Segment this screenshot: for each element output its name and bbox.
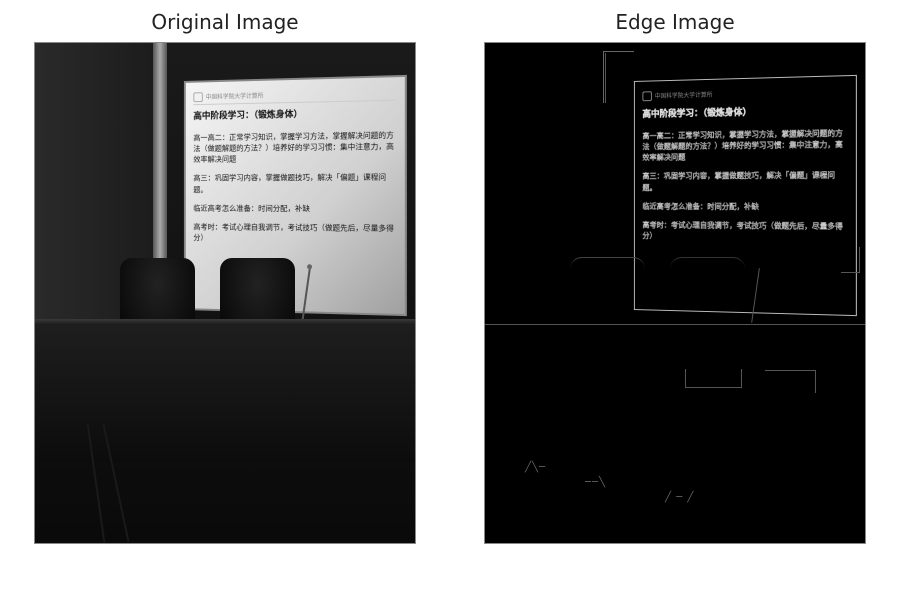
edge-noise-2: ──╲ xyxy=(585,477,606,488)
slide-logo: 中国科学院大学计算所 xyxy=(193,87,396,105)
edge-detail-right xyxy=(841,247,860,273)
slide-p2: 高三：巩固学习内容，掌握做题技巧，解决「偏题」课程问题。 xyxy=(193,172,396,195)
figure-container: Original Image 中国科学院大学计算所 高中阶段学习：（锻炼身体） … xyxy=(0,0,900,590)
original-image: 中国科学院大学计算所 高中阶段学习：（锻炼身体） 高一高二：正常学习知识，掌握学… xyxy=(34,42,416,544)
slide-heading: 高中阶段学习：（锻炼身体） xyxy=(193,107,396,124)
edge-noise-3: ╱ ─ ╱ xyxy=(665,492,694,503)
edge-panel: Edge Image 中国科学院大学计算所 高中阶段学习：（锻炼身体） 高一高二… xyxy=(475,10,875,544)
edge-slide-heading: 高中阶段学习：（锻炼身体） xyxy=(642,105,847,122)
edge-noise-1: ╱╲─ xyxy=(525,462,546,473)
slide-p4: 高考时：考试心理自我调节，考试技巧（做题先后，尽量多得分） xyxy=(193,221,396,245)
edge-slide-p1: 高一高二：正常学习知识，掌握学习方法，掌握解决问题的方法（做题解题的方法？）培养… xyxy=(642,127,847,163)
edge-chair-left xyxy=(570,257,645,343)
edge-slide-p3: 临近高考怎么准备：时间分配，补缺 xyxy=(642,201,847,213)
edge-title: Edge Image xyxy=(615,10,734,34)
desk xyxy=(35,323,415,463)
projection-screen: 中国科学院大学计算所 高中阶段学习：（锻炼身体） 高一高二：正常学习知识，掌握学… xyxy=(184,75,407,316)
original-panel: Original Image 中国科学院大学计算所 高中阶段学习：（锻炼身体） … xyxy=(25,10,425,544)
edge-slide-p2: 高三：巩固学习内容，掌握做题技巧，解决「偏题」课程问题。 xyxy=(642,170,847,193)
edge-slide-logo: 中国科学院大学计算所 xyxy=(642,86,847,103)
edge-corner-top xyxy=(603,51,634,87)
edge-desk-detail-1 xyxy=(685,369,742,388)
edge-pillar xyxy=(603,53,606,103)
edge-slide-p4: 高考时：考试心理自我调节，考试技巧（做题先后，尽量多得分） xyxy=(642,219,847,243)
edge-desk-detail-2 xyxy=(765,370,816,393)
original-title: Original Image xyxy=(151,10,298,34)
slide-p3: 临近高考怎么准备：时间分配，补缺 xyxy=(193,203,396,215)
edge-projection-screen: 中国科学院大学计算所 高中阶段学习：（锻炼身体） 高一高二：正常学习知识，掌握学… xyxy=(634,75,857,316)
edge-image: 中国科学院大学计算所 高中阶段学习：（锻炼身体） 高一高二：正常学习知识，掌握学… xyxy=(484,42,866,544)
edge-chair-right xyxy=(670,257,745,343)
slide-p1: 高一高二：正常学习知识，掌握学习方法，掌握解决问题的方法（做题解题的方法？）培养… xyxy=(193,129,396,165)
